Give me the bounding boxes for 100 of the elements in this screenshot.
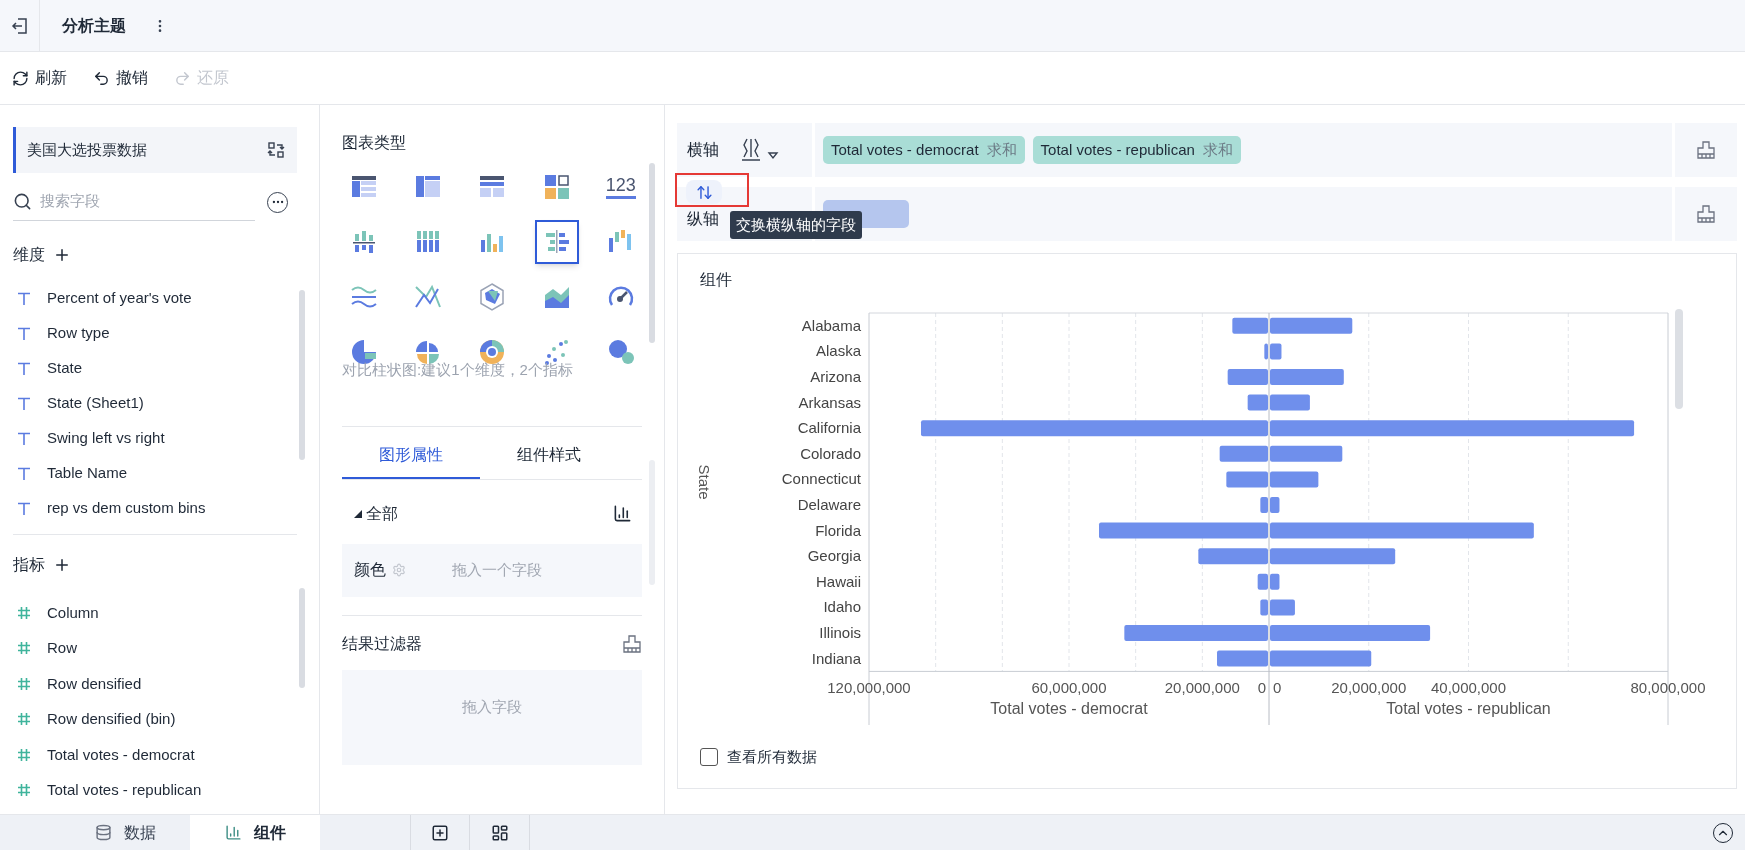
chart-type-option[interactable]: [534, 220, 579, 264]
measure-field[interactable]: Row: [13, 630, 297, 666]
dimension-field[interactable]: State: [13, 351, 297, 386]
chart-hint: 对比柱状图:建议1个维度，2个指标: [342, 360, 574, 380]
axis-title: Total votes - democrat: [990, 700, 1148, 718]
section-title: 维度: [13, 245, 45, 265]
page-title: 分析主题: [62, 15, 126, 36]
category-label: Arkansas: [798, 393, 861, 411]
category-label: California: [797, 419, 861, 437]
swap-axes-button[interactable]: [686, 180, 722, 204]
y-axis-title: State: [696, 464, 713, 500]
scrollbar[interactable]: [299, 588, 305, 688]
add-icon[interactable]: [53, 556, 71, 574]
tick-label: 80,000,000: [1630, 679, 1706, 697]
search-input[interactable]: 搜索字段: [40, 190, 230, 213]
tick-label: 40,000,000: [1430, 679, 1507, 697]
scrollbar[interactable]: [1675, 309, 1683, 409]
chart-type-option[interactable]: 123: [598, 165, 642, 209]
bar: [1260, 497, 1268, 513]
bottom-tab[interactable]: 组件: [190, 815, 320, 850]
dimension-field[interactable]: State (Sheet1): [13, 386, 297, 421]
refresh-icon: [12, 69, 29, 87]
field-pill[interactable]: Total votes - democrat 求和: [823, 136, 1025, 164]
property-tab[interactable]: 组件样式: [480, 432, 618, 479]
bar-chart-icon: [224, 824, 242, 841]
dimension-field[interactable]: rep vs dem custom bins: [13, 491, 297, 526]
axis-title: Total votes - republican: [1386, 700, 1551, 718]
number-field-icon: [17, 747, 31, 762]
bar: [1232, 317, 1268, 334]
section-title: 图表类型: [342, 133, 407, 153]
bar: [1226, 471, 1268, 488]
category-label: Alaska: [815, 342, 861, 360]
category-label: Florida: [815, 521, 861, 539]
switch-icon[interactable]: [267, 141, 285, 159]
add-icon[interactable]: [53, 246, 71, 264]
database-icon: [94, 824, 112, 841]
category-label: Hawaii: [816, 572, 861, 590]
bar-chart-icon[interactable]: [613, 504, 632, 523]
add-icon: [431, 823, 449, 842]
measure-field[interactable]: Row densified (bin): [13, 701, 297, 737]
show-all-checkbox[interactable]: 查看所有数据: [700, 746, 1736, 769]
measure-field[interactable]: Total votes - republican: [13, 772, 297, 808]
brush-icon[interactable]: [622, 634, 642, 653]
exit-icon[interactable]: [10, 16, 29, 35]
text-field-icon: [17, 326, 31, 341]
tick-label: 20,000,000: [1331, 679, 1407, 697]
caret-icon: [354, 509, 362, 518]
redo-icon: [174, 69, 191, 87]
drop-zone[interactable]: Total votes - democrat 求和 Total votes - republican 求和: [815, 123, 1672, 177]
bar: [1270, 497, 1280, 513]
search-icon: [13, 192, 32, 211]
tick-label: 0: [1273, 679, 1282, 697]
search-field[interactable]: 搜索字段: [13, 183, 255, 221]
field-pill[interactable]: Total votes - republican 求和: [1032, 136, 1241, 164]
bar: [1260, 599, 1268, 616]
scrollbar[interactable]: [649, 163, 655, 343]
dimension-field[interactable]: Percent of year's vote: [13, 281, 297, 316]
number-field-icon: [17, 712, 31, 727]
swap-icon: [695, 183, 713, 201]
section-title: 指标: [13, 555, 45, 575]
text-field-icon: [17, 466, 31, 481]
brush-icon[interactable]: [1696, 141, 1716, 159]
tick-label: 120,000,000: [827, 679, 911, 697]
toolbar-button[interactable]: 撤销: [93, 66, 148, 90]
measure-field[interactable]: Column: [13, 595, 297, 631]
brush-icon[interactable]: [1696, 205, 1716, 223]
category-label: Alabama: [801, 316, 861, 334]
checkbox[interactable]: [700, 748, 718, 767]
chart-title: 组件: [700, 270, 733, 290]
tooltip: 交换横纵轴的字段: [730, 211, 862, 239]
bar: [1270, 343, 1282, 360]
number-field-icon: [17, 641, 31, 656]
section-title: 结果过滤器: [342, 633, 422, 654]
dataset-header[interactable]: 美国大选投票数据: [13, 127, 297, 173]
dimension-field[interactable]: Row type: [13, 316, 297, 351]
category-label: Indiana: [811, 649, 861, 667]
group-label[interactable]: 全部: [354, 501, 398, 526]
category-label: Colorado: [800, 444, 861, 462]
category-label: Arizona: [810, 368, 861, 385]
undo-icon: [93, 69, 110, 87]
dimension-field[interactable]: Table Name: [13, 456, 297, 491]
measure-field[interactable]: Total votes - democrat: [13, 737, 297, 773]
color-drop-zone[interactable]: 颜色 拖入一个字段: [342, 543, 642, 597]
text-field-icon: [17, 501, 31, 516]
tick-label: 20,000,000: [1164, 679, 1240, 697]
scrollbar[interactable]: [299, 290, 305, 460]
bar: [1270, 394, 1310, 411]
bar: [1247, 394, 1268, 411]
toolbar-button[interactable]: 刷新: [12, 66, 67, 90]
text-field-icon: [17, 291, 31, 306]
axis-style-icon[interactable]: [741, 138, 779, 162]
bottom-tab[interactable]: 数据: [60, 815, 190, 850]
bar: [1264, 343, 1268, 360]
add-component-button[interactable]: [410, 815, 470, 850]
tick-label: 60,000,000: [1031, 679, 1107, 697]
bar: [1270, 471, 1319, 488]
property-tab[interactable]: 图形属性: [342, 432, 480, 479]
measure-field[interactable]: Row densified: [13, 666, 297, 702]
dimension-field[interactable]: Swing left vs right: [13, 421, 297, 456]
bar: [1257, 573, 1268, 590]
